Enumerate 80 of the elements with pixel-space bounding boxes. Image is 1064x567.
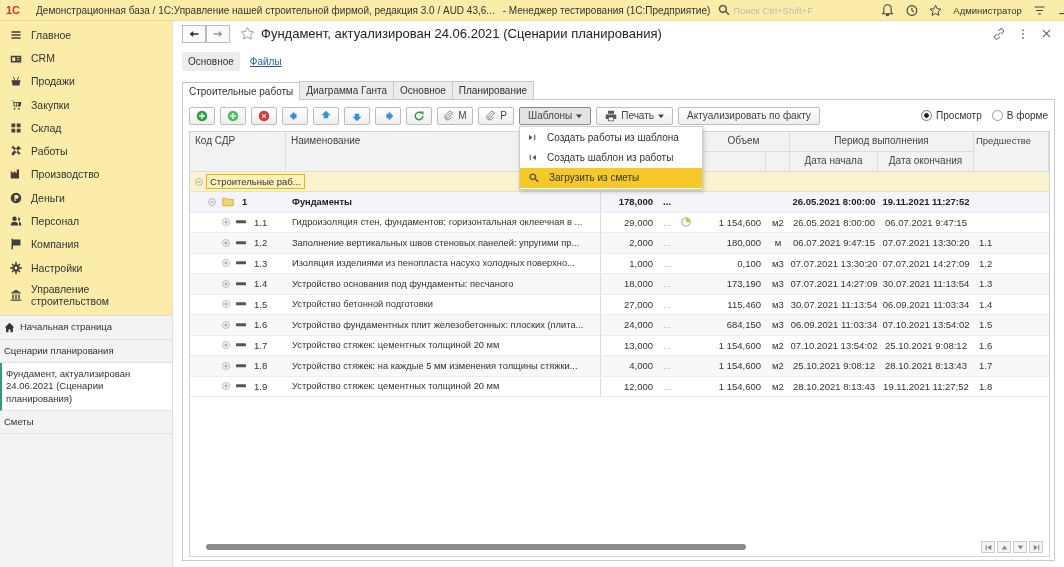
table-cell: 4,000 [629, 360, 653, 372]
table-cell: 1 154,600 [718, 360, 761, 372]
table-cell: 06.09.2021 11:03:34 [882, 298, 970, 310]
table-cell: 178,000 [618, 196, 653, 208]
table-cell: 28.10.2021 8:13:43 [885, 360, 967, 372]
table-cell: 2,000 [629, 237, 653, 249]
table-cell: 30.07.2021 11:13:54 [882, 278, 970, 290]
table-cell: Устройство фундаментных плит железобетонных: плоских (плита... [292, 319, 584, 330]
table-cell: 1,000 [629, 257, 653, 269]
table-cell: м2 [772, 339, 784, 351]
table-cell: 07.07.2021 13:30:20 [790, 257, 878, 269]
table-cell: м2 [772, 216, 784, 228]
table-cell: Устройство стяжек: цементных толщиной 20 мм [292, 340, 500, 351]
table-cell: 25.10.2021 9:08:12 [885, 339, 967, 351]
table-cell: 26.05.2021 8:00:00 [793, 216, 875, 228]
table-cell: 13,000 [623, 339, 653, 351]
table-cell: 1.9 [254, 380, 268, 392]
table-cell: 1.3 [254, 257, 268, 269]
table-cell: 115,460 [727, 298, 761, 310]
table-cell: 1.8 [254, 360, 268, 372]
table-cell: м3 [772, 319, 784, 331]
table-cell: Устройство бетонной подготовки [292, 299, 433, 310]
table-cell: 19.11.2021 11:27:52 [883, 380, 969, 392]
table-cell: 1.3 [979, 278, 993, 290]
table-cell: 1 154,600 [718, 380, 761, 392]
table-cell: 1.1 [979, 237, 993, 249]
table-cell: Устройство основания под фундаменты: песчаного [292, 278, 514, 289]
window-title: Демонстрационная база / 1С:Управление нашей строительной фирмой, редакция 3.0 / AUD 43,6... [36, 4, 495, 16]
user-role: - Менеджер тестирования (1С:Предприятие) [502, 4, 711, 16]
table-cell: Изоляция изделиями из пенопласта насухо холодных поверхно... [292, 258, 575, 269]
table-cell: 1 [242, 196, 248, 208]
table-cell: 180,000 [726, 237, 761, 249]
form-title: Фундамент, актуализирован 24.06.2021 (Сценарии планирования) [261, 26, 662, 41]
table-cell: 29,000 [623, 216, 653, 228]
table-cell: 1.2 [979, 257, 993, 269]
table-cell: 06.07.2021 9:47:15 [885, 216, 967, 228]
table-cell: 07.07.2021 14:27:09 [882, 257, 970, 269]
table-cell: 0,100 [737, 257, 761, 269]
table-cell: 1.4 [254, 278, 268, 290]
table-cell: 28.10.2021 8:13:43 [793, 380, 875, 392]
table-cell: м3 [772, 257, 784, 269]
table-cell: 1.2 [254, 237, 268, 249]
table-cell: 25.10.2021 9:08:12 [793, 360, 875, 372]
table-cell: 07.07.2021 14:27:09 [790, 278, 878, 290]
table-cell: Фундаменты [292, 196, 352, 207]
table-cell: 07.07.2021 13:30:20 [882, 237, 970, 249]
table-cell: 30.07.2021 11:13:54 [790, 298, 878, 310]
table-cell: 24,000 [623, 319, 653, 331]
table-cell: Устройство стяжек: на каждые 5 мм изменения толщины стяжки... [292, 360, 578, 371]
table-cell: 07.10.2021 13:54:02 [882, 319, 970, 331]
table-cell: Заполнение вертикальных швов стеновых панелей: упругими пр... [292, 237, 580, 248]
table-cell: 19.11.2021 11:27:52 [882, 196, 970, 208]
table-cell: Гидроизоляция стен, фундаментов: горизонтальная оклеечная в ... [292, 217, 583, 228]
table-cell: м2 [772, 380, 784, 392]
table-cell: 173,190 [726, 278, 761, 290]
table-cell: 18,000 [623, 278, 653, 290]
table-cell: 1.1 [254, 216, 268, 228]
table-cell: 26.05.2021 8:00:00 [792, 196, 876, 208]
table-cell: 1 154,600 [718, 216, 761, 228]
table-cell: 1.5 [254, 298, 268, 310]
table-cell: 1.5 [979, 319, 993, 331]
table-cell: Устройство стяжек: цементных толщиной 20 мм [292, 381, 500, 392]
app-logo: 1С [6, 4, 21, 16]
table-cell: 1.6 [979, 339, 993, 351]
table-cell: 1.7 [979, 360, 993, 372]
table-cell: 27,000 [623, 298, 653, 310]
table-cell: 1.4 [979, 298, 993, 310]
table-cell: 684,150 [726, 319, 761, 331]
table-cell: м3 [772, 298, 784, 310]
table-cell: м2 [772, 360, 784, 372]
table-cell: 06.07.2021 9:47:15 [793, 237, 875, 249]
table-cell: 06.09.2021 11:03:34 [790, 319, 878, 331]
table-cell: м3 [772, 278, 784, 290]
table-cell: 1.8 [979, 380, 993, 392]
table-cell: 12,000 [623, 380, 653, 392]
table-cell: м [774, 237, 782, 249]
table-cell: 07.10.2021 13:54:02 [790, 339, 878, 351]
table-cell: 1 154,600 [718, 339, 761, 351]
table-cell: 1.7 [254, 339, 268, 351]
table-cell: 1.6 [254, 319, 268, 331]
